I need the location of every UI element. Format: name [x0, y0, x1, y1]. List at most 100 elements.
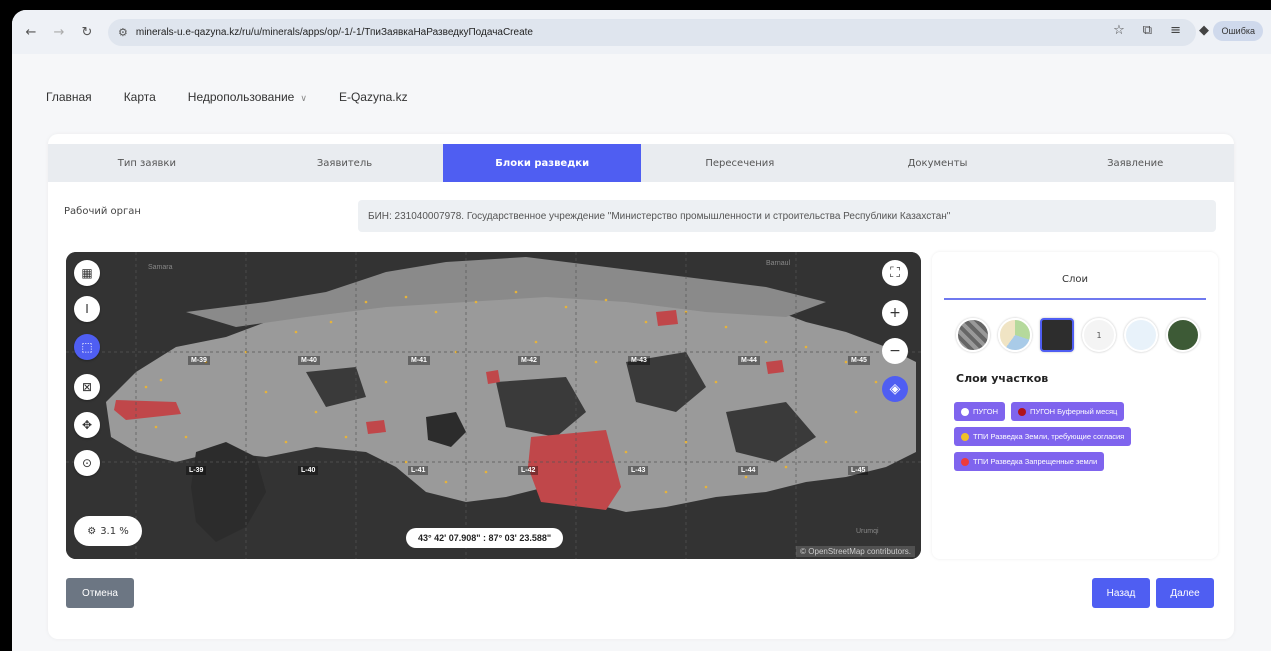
zoom-out-button[interactable]: − [882, 338, 908, 364]
grid-label: L-40 [298, 466, 319, 475]
profile-error-badge[interactable]: Ошибка [1213, 21, 1263, 41]
tab-statement[interactable]: Заявление [1036, 144, 1234, 182]
grid-label: M-40 [298, 356, 320, 365]
layer-chip-consent-lands[interactable]: ТПИ Разведка Земли, требующие согласия [954, 427, 1132, 446]
layer-chip-pugon-buffer[interactable]: ПУГОН Буферный месяц [1011, 402, 1125, 421]
place-label: Samara [148, 264, 173, 271]
layer-chip-pugon[interactable]: ПУГОН [954, 402, 1006, 421]
grid-label: M-41 [408, 356, 430, 365]
restricted-area-5 [766, 360, 784, 374]
bookmark-star-icon[interactable]: ☆ [1113, 23, 1125, 38]
zoom-percent: 3.1 % [100, 525, 129, 537]
layer-color-dot [961, 407, 969, 416]
grid-label: M-42 [518, 356, 540, 365]
grid-label: M-39 [188, 356, 210, 365]
move-arrows-icon: ✥ [81, 418, 93, 432]
next-button[interactable]: Далее [1156, 578, 1214, 608]
restricted-area-balkhash [528, 430, 621, 510]
layers-title[interactable]: Слои [932, 274, 1218, 285]
restricted-area-2 [366, 420, 386, 434]
grid-label: L-39 [186, 466, 207, 475]
crossed-select-icon: ⊠ [81, 380, 93, 394]
table-icon: ▦ [81, 266, 93, 280]
address-bar[interactable]: ⚙ minerals-u.e-qazyna.kz/ru/u/minerals/a… [108, 19, 1196, 46]
browser-actions: ☆ ⧉ ≡ ◆ [1113, 23, 1209, 38]
url-text: minerals-u.e-qazyna.kz/ru/u/minerals/app… [135, 27, 533, 38]
restricted-area-4 [486, 370, 500, 384]
nav-item-map[interactable]: Карта [124, 90, 156, 104]
working-body-label: Рабочий орган [64, 206, 141, 217]
basemap-ocean[interactable] [1124, 318, 1158, 352]
minus-icon: − [889, 343, 901, 359]
extensions-icon[interactable]: ⧉ [1143, 23, 1152, 38]
layer-color-dot [961, 457, 969, 466]
pan-tool-button[interactable]: ✥ [74, 412, 100, 438]
layers-toggle-button[interactable]: ◈ [882, 376, 908, 402]
text-cursor-icon: I [85, 302, 89, 316]
zoom-in-button[interactable]: + [882, 300, 908, 326]
layers-icon: ◈ [889, 381, 901, 397]
browser-window: ← → ↻ ⚙ minerals-u.e-qazyna.kz/ru/u/mine… [12, 10, 1271, 651]
basemap-selector: 1 [956, 318, 1200, 352]
select-rectangle-icon: ⬚ [81, 340, 93, 354]
info-tool-button[interactable]: I [74, 296, 100, 322]
plus-icon: + [889, 305, 901, 321]
layer-chip-label: ПУГОН [973, 407, 999, 416]
plot-layers-title: Слои участков [956, 372, 1049, 385]
back-arrow-icon[interactable]: ← [20, 21, 42, 43]
basemap-political[interactable] [998, 318, 1032, 352]
grid-label: L-44 [738, 466, 759, 475]
tab-application-type[interactable]: Тип заявки [48, 144, 246, 182]
locate-button[interactable]: ⊙ [74, 450, 100, 476]
site-settings-icon[interactable]: ⚙ [118, 26, 128, 39]
zoom-indicator: ⚙ 3.1 % [74, 516, 142, 546]
gear-icon: ⚙ [87, 525, 97, 537]
layer-color-dot [961, 432, 969, 441]
grid-label: L-42 [518, 466, 539, 475]
restricted-area-3 [656, 310, 678, 326]
layer-chip-label: ТПИ Разведка Запрещенные земли [973, 457, 1098, 466]
reload-icon[interactable]: ↻ [76, 21, 98, 43]
application-form-card: Тип заявки Заявитель Блоки разведки Пере… [48, 134, 1234, 639]
map-view[interactable]: Samara Barnaul Urumqi M-39 M-40 M-41 M-4… [66, 252, 921, 559]
layers-panel: Слои 1 Слои участков ПУГОН ПУГОН Буферны… [932, 252, 1218, 559]
media-icon[interactable]: ≡ [1170, 23, 1181, 38]
map-attribution[interactable]: © OpenStreetMap contributors. [796, 546, 915, 557]
nav-item-eqazyna[interactable]: E-Qazyna.kz [339, 90, 408, 104]
wizard-tabs: Тип заявки Заявитель Блоки разведки Пере… [48, 144, 1234, 182]
page-content: Главная Карта Недропользование ∨ E-Qazyna… [12, 54, 1271, 651]
fullscreen-icon: ⛶ [890, 265, 900, 281]
tab-intersections[interactable]: Пересечения [641, 144, 839, 182]
layer-chip-forbidden-lands[interactable]: ТПИ Разведка Запрещенные земли [954, 452, 1105, 471]
place-label: Urumqi [856, 528, 879, 535]
table-view-button[interactable]: ▦ [74, 260, 100, 286]
grid-label: M-44 [738, 356, 760, 365]
extension-puzzle-icon[interactable]: ◆ [1199, 23, 1209, 38]
clear-selection-button[interactable]: ⊠ [74, 374, 100, 400]
basemap-hatched[interactable] [956, 318, 990, 352]
nav-item-subsoil-use[interactable]: Недропользование ∨ [188, 90, 307, 104]
fullscreen-button[interactable]: ⛶ [882, 260, 908, 286]
layers-tab-underline [944, 298, 1206, 300]
basemap-dark[interactable] [1040, 318, 1074, 352]
back-button[interactable]: Назад [1092, 578, 1150, 608]
nav-item-subsoil-use-label: Недропользование [187, 90, 295, 104]
nav-item-home[interactable]: Главная [46, 90, 92, 104]
basemap-light[interactable]: 1 [1082, 318, 1116, 352]
forward-arrow-icon[interactable]: → [48, 21, 70, 43]
map-canvas[interactable] [66, 252, 921, 559]
select-area-button[interactable]: ⬚ [74, 334, 100, 360]
cancel-button[interactable]: Отмена [66, 578, 134, 608]
chevron-down-icon: ∨ [300, 93, 307, 103]
layer-color-dot [1018, 407, 1027, 416]
basemap-satellite[interactable] [1166, 318, 1200, 352]
grid-label: M-43 [628, 356, 650, 365]
grid-label: L-43 [628, 466, 649, 475]
tab-applicant[interactable]: Заявитель [246, 144, 444, 182]
tab-documents[interactable]: Документы [839, 144, 1037, 182]
tab-exploration-blocks[interactable]: Блоки разведки [443, 144, 642, 182]
grid-label: L-41 [408, 466, 429, 475]
layer-chip-label: ТПИ Разведка Земли, требующие согласия [973, 432, 1125, 441]
working-body-field[interactable]: БИН: 231040007978. Государственное учреж… [358, 200, 1216, 232]
grid-label: L-45 [848, 466, 869, 475]
